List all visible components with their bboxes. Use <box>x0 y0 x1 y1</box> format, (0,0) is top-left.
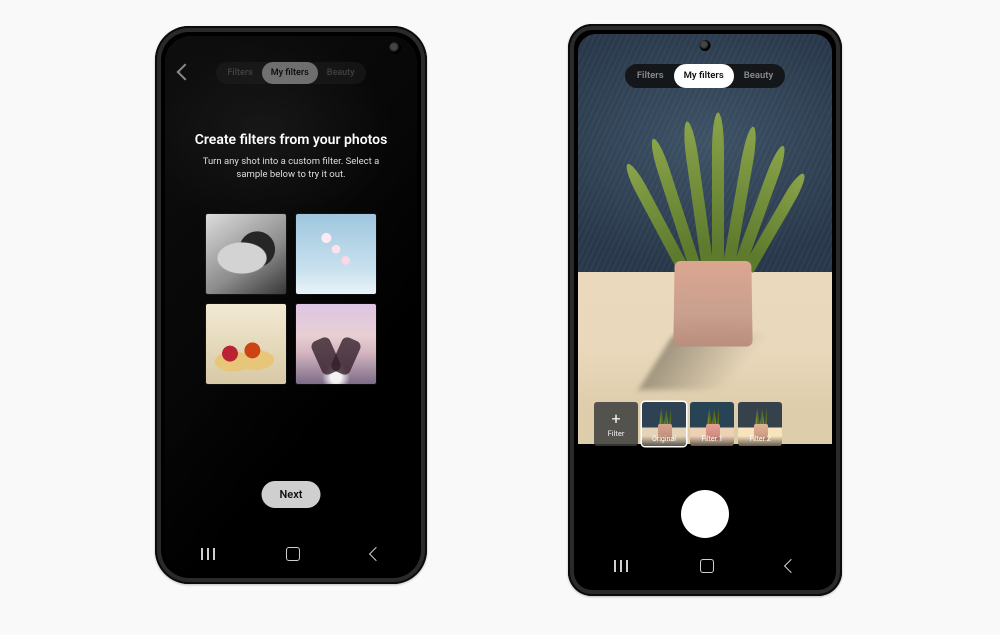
nav-back-icon[interactable] <box>369 547 383 561</box>
filter-thumb-label: Filter 1 <box>690 436 734 446</box>
tab-my-filters[interactable]: My filters <box>674 64 734 88</box>
sample-thumb[interactable] <box>206 304 286 384</box>
nav-recent-icon[interactable] <box>201 548 215 560</box>
android-nav-bar <box>578 554 832 578</box>
shutter-button[interactable] <box>681 490 729 538</box>
add-filter-label: Filter <box>608 429 625 438</box>
tab-beauty[interactable]: Beauty <box>734 64 783 88</box>
front-camera-icon <box>700 40 711 51</box>
plant-leaves <box>666 120 762 280</box>
screen: Filters My filters Beauty Create filters… <box>165 36 417 574</box>
tab-my-filters[interactable]: My filters <box>262 62 318 84</box>
filter-strip[interactable]: + Filter Original Filter 1 Filter 2 <box>578 402 832 446</box>
nav-home-icon[interactable] <box>286 547 300 561</box>
add-filter-button[interactable]: + Filter <box>594 402 638 446</box>
camera-viewfinder[interactable] <box>578 34 832 444</box>
filter-thumb[interactable]: Original <box>642 402 686 446</box>
screen: Filters My filters Beauty + Filter Origi… <box>578 34 832 586</box>
next-button[interactable]: Next <box>262 481 321 508</box>
sample-thumb[interactable] <box>296 304 376 384</box>
page-title: Create filters from your photos <box>165 132 417 148</box>
page-subtitle: Turn any shot into a custom filter. Sele… <box>187 156 395 182</box>
tab-filters[interactable]: Filters <box>218 62 261 84</box>
android-nav-bar <box>165 542 417 566</box>
filter-thumb[interactable]: Filter 2 <box>738 402 782 446</box>
filter-thumb[interactable]: Filter 1 <box>690 402 734 446</box>
sample-thumb[interactable] <box>296 214 376 294</box>
filter-tabs: Filters My filters Beauty <box>578 64 832 88</box>
tab-filters[interactable]: Filters <box>627 64 674 88</box>
front-camera-icon <box>389 42 401 54</box>
nav-recent-icon[interactable] <box>614 560 628 572</box>
plus-icon: + <box>611 411 620 427</box>
tab-beauty[interactable]: Beauty <box>318 62 364 84</box>
filter-thumb-label: Filter 2 <box>738 436 782 446</box>
nav-back-icon[interactable] <box>784 559 798 573</box>
filter-thumb-label: Original <box>642 436 686 446</box>
phone-note10: Filters My filters Beauty + Filter Origi… <box>568 24 842 596</box>
filter-tabs: Filters My filters Beauty <box>165 62 417 84</box>
phone-s10: Filters My filters Beauty Create filters… <box>155 26 427 584</box>
sample-grid <box>165 214 417 384</box>
plant-pot <box>673 261 752 347</box>
sample-thumb[interactable] <box>206 214 286 294</box>
nav-home-icon[interactable] <box>700 559 714 573</box>
